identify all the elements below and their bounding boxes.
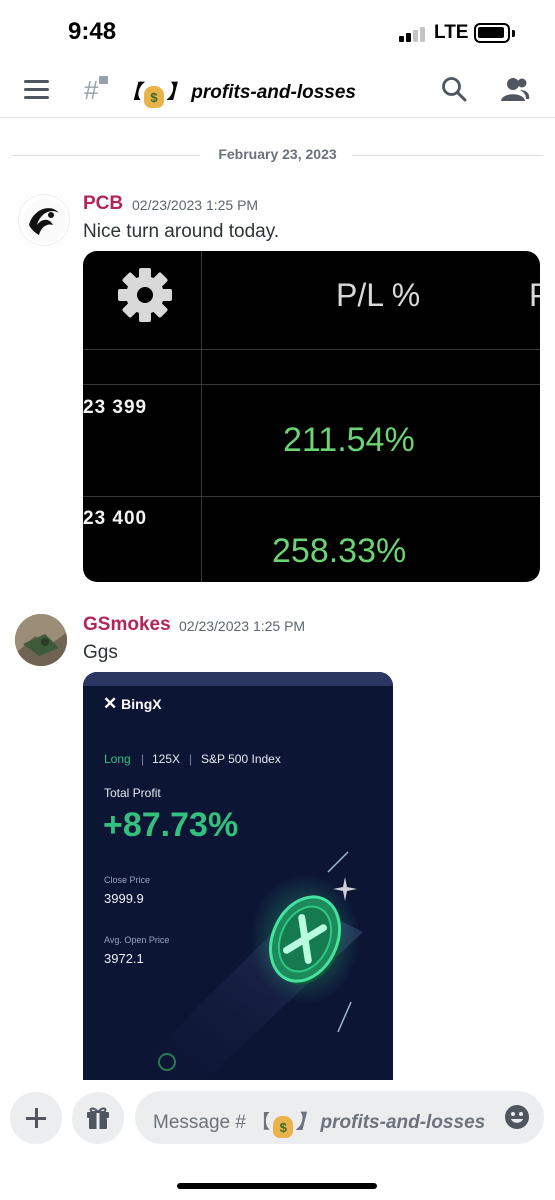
close-price-label: Close Price [104, 875, 151, 885]
placeholder-prefix: Message # 【 [153, 1112, 271, 1133]
date-divider: February 23, 2023 [12, 146, 543, 164]
members-icon[interactable] [500, 76, 530, 104]
battery-icon [474, 23, 515, 43]
message-text: Ggs [83, 642, 118, 663]
next-column-header: P [529, 277, 540, 313]
money-bag-icon: $ [273, 1116, 294, 1138]
table-divider [83, 496, 540, 497]
bingx-brand: BingX [121, 696, 162, 712]
leverage: 125X [152, 752, 181, 766]
message-placeholder: Message # 【$】 profits-and-losses [153, 1107, 485, 1138]
network-type: LTE [434, 22, 469, 43]
trade-direction: Long [104, 752, 131, 766]
message-input[interactable]: Message # 【$】 profits-and-losses [135, 1091, 544, 1144]
pl-value: 258.33% [272, 532, 407, 570]
message-text: Nice turn around today. [83, 221, 280, 242]
add-attachment-button[interactable] [10, 1092, 62, 1144]
status-bar: 9:48 LTE [0, 0, 555, 62]
gift-icon [87, 1107, 109, 1129]
status-time: 9:48 [68, 18, 117, 45]
instrument: S&P 500 Index [201, 752, 281, 766]
close-price-value: 3999.9 [104, 891, 144, 906]
table-divider [201, 251, 202, 582]
message-author[interactable]: GSmokes [83, 614, 171, 636]
hamburger-icon[interactable] [24, 80, 49, 100]
channel-header: # 【$】 profits-and-losses [0, 62, 555, 118]
table-divider [83, 349, 540, 350]
lock-icon [99, 76, 108, 84]
placeholder-channel: 】 profits-and-losses [296, 1112, 486, 1133]
separator: | [141, 752, 145, 766]
coin-icon [250, 857, 363, 1007]
avatar[interactable] [15, 614, 67, 666]
total-profit-value: +87.73% [103, 806, 239, 844]
message-timestamp: 02/23/2023 1:25 PM [179, 618, 306, 634]
channel-bracket-open: 【 [122, 82, 142, 103]
emoji-icon[interactable] [504, 1104, 530, 1130]
channel-title[interactable]: 【$】 profits-and-losses [122, 77, 356, 108]
hash-lock-icon: # [84, 75, 99, 105]
home-indicator[interactable] [177, 1183, 377, 1189]
channel-name-text: 】 profits-and-losses [167, 82, 356, 103]
pl-value: 211.54% [283, 421, 415, 459]
settings-gear-icon [117, 267, 173, 323]
trade-id: 23 400 [83, 508, 148, 529]
avg-open-value: 3972.1 [104, 951, 144, 966]
pl-image-attachment[interactable]: P/L % P 23 399 211.54% 23 400 258.33% [83, 251, 540, 582]
signal-icon [399, 26, 429, 42]
bingx-logo-icon: ✕ BingX [103, 694, 162, 713]
gift-button[interactable] [72, 1092, 124, 1144]
avatar[interactable] [18, 194, 70, 246]
table-divider [83, 384, 540, 385]
money-bag-icon: $ [144, 86, 165, 108]
trade-id: 23 399 [83, 397, 148, 418]
message-author[interactable]: PCB [83, 193, 123, 215]
search-icon[interactable] [441, 76, 467, 102]
bingx-image-attachment[interactable]: ✕ BingX Long | 125X | S&P 500 Index Tota… [83, 672, 393, 1082]
message-composer: Message # 【$】 profits-and-losses [0, 1080, 555, 1200]
pl-column-header: P/L % [336, 277, 421, 313]
total-profit-label: Total Profit [104, 786, 161, 800]
date-divider-label: February 23, 2023 [218, 146, 337, 162]
avg-open-label: Avg. Open Price [104, 935, 170, 945]
message-timestamp: 02/23/2023 1:25 PM [132, 197, 259, 213]
separator: | [189, 752, 193, 766]
